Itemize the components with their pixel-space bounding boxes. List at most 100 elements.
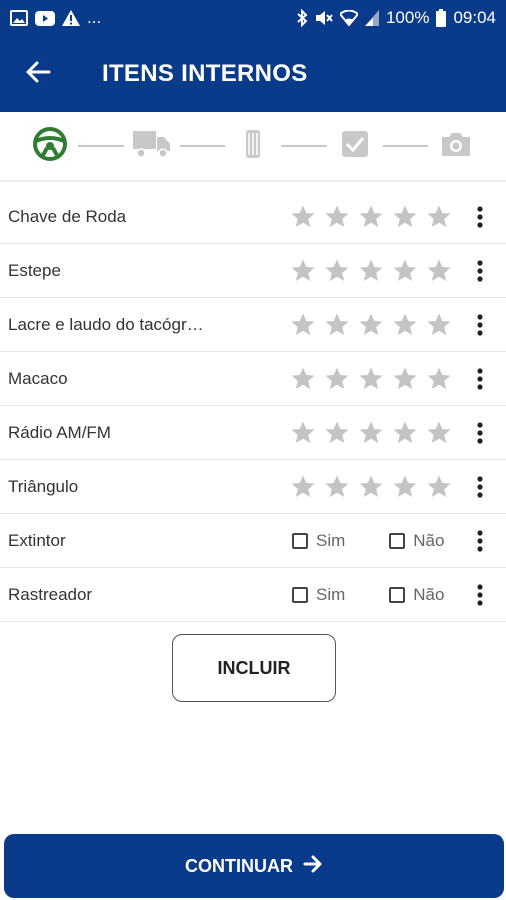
battery-icon	[436, 9, 447, 27]
more-options-icon[interactable]	[470, 472, 490, 502]
bluetooth-icon	[296, 9, 308, 27]
checkbox-box[interactable]	[389, 532, 406, 549]
list-item: Estepe	[0, 244, 506, 298]
list-item: Triângulo	[0, 460, 506, 514]
item-label: Estepe	[8, 260, 61, 280]
more-options-icon[interactable]	[470, 580, 490, 610]
page-title: ITENS INTERNOS	[102, 60, 308, 87]
back-button[interactable]	[8, 36, 68, 112]
star-icon[interactable]	[426, 420, 452, 446]
star-icon[interactable]	[290, 258, 316, 284]
list-item: Rádio AM/FM	[0, 406, 506, 460]
more-options-icon[interactable]	[470, 202, 490, 232]
step-checklist[interactable]	[335, 126, 375, 166]
nao-checkbox[interactable]: Não	[389, 531, 444, 551]
checkbox-box[interactable]	[389, 586, 406, 603]
incluir-button[interactable]: INCLUIR	[172, 634, 336, 702]
more-options-icon[interactable]	[470, 364, 490, 394]
star-icon[interactable]	[392, 204, 418, 230]
star-icon[interactable]	[392, 366, 418, 392]
star-icon[interactable]	[358, 312, 384, 338]
item-label: Chave de Roda	[8, 206, 127, 226]
app-bar: ITENS INTERNOS	[0, 36, 506, 112]
list-item: Rastreador Sim Não	[0, 568, 506, 622]
sim-checkbox[interactable]: Sim	[292, 531, 345, 551]
yes-no-options: Sim Não	[292, 585, 444, 605]
step-truck[interactable]	[132, 126, 172, 166]
steering-wheel-icon	[32, 126, 68, 167]
checkbox-box[interactable]	[292, 532, 308, 549]
youtube-icon	[35, 10, 55, 26]
star-icon[interactable]	[392, 258, 418, 284]
star-icon[interactable]	[426, 312, 452, 338]
step-tire[interactable]	[233, 126, 273, 166]
list-item: Macaco	[0, 352, 506, 406]
star-icon[interactable]	[426, 258, 452, 284]
continuar-label: CONTINUAR	[185, 855, 293, 876]
checkbox-label: Sim	[316, 584, 346, 604]
more-options-icon[interactable]	[470, 418, 490, 448]
arrow-left-icon	[25, 60, 51, 89]
yes-no-options: Sim Não	[292, 531, 444, 551]
nao-checkbox[interactable]: Não	[389, 585, 444, 605]
continuar-button[interactable]: CONTINUAR	[4, 834, 504, 898]
item-label: Macaco	[8, 368, 68, 388]
star-rating	[290, 258, 452, 284]
star-icon[interactable]	[324, 204, 350, 230]
item-label: Rastreador	[8, 584, 93, 604]
status-bar: ... 100% 09:04	[0, 0, 506, 36]
star-icon[interactable]	[358, 258, 384, 284]
warning-icon	[62, 10, 80, 26]
star-icon[interactable]	[392, 420, 418, 446]
tire-icon	[243, 129, 263, 164]
star-icon[interactable]	[324, 312, 350, 338]
star-icon[interactable]	[290, 420, 316, 446]
checkbox-label: Não	[413, 584, 445, 604]
star-icon[interactable]	[358, 366, 384, 392]
star-icon[interactable]	[290, 366, 316, 392]
checkbox-box[interactable]	[292, 586, 308, 603]
star-rating	[290, 420, 452, 446]
list-item: Extintor Sim Não	[0, 514, 506, 568]
star-icon[interactable]	[426, 474, 452, 500]
star-icon[interactable]	[426, 204, 452, 230]
star-icon[interactable]	[324, 420, 350, 446]
star-icon[interactable]	[290, 312, 316, 338]
sim-checkbox[interactable]: Sim	[292, 585, 345, 605]
star-icon[interactable]	[426, 366, 452, 392]
checkbox-label: Não	[413, 530, 445, 550]
star-icon[interactable]	[358, 204, 384, 230]
mute-icon	[315, 10, 333, 26]
image-icon	[10, 10, 28, 26]
checkbox-label: Sim	[316, 530, 346, 550]
star-icon[interactable]	[392, 474, 418, 500]
item-label: Rádio AM/FM	[8, 422, 111, 442]
star-icon[interactable]	[358, 474, 384, 500]
arrow-right-icon	[303, 855, 323, 878]
star-rating	[290, 312, 452, 338]
battery-percent: 100%	[385, 8, 430, 27]
list-item: Lacre e laudo do tacógr…	[0, 298, 506, 352]
clock: 09:04	[453, 8, 496, 27]
more-options-icon[interactable]	[470, 310, 490, 340]
wifi-icon	[339, 10, 358, 26]
star-icon[interactable]	[290, 474, 316, 500]
truck-icon	[132, 129, 171, 164]
star-icon[interactable]	[358, 420, 384, 446]
more-options-icon[interactable]	[470, 526, 490, 556]
signal-icon	[364, 10, 379, 26]
step-camera[interactable]	[436, 126, 476, 166]
star-icon[interactable]	[324, 366, 350, 392]
star-icon[interactable]	[392, 312, 418, 338]
more-options-icon[interactable]	[470, 256, 490, 286]
notification-overflow: ...	[87, 8, 102, 27]
item-label: Lacre e laudo do tacógr…	[8, 314, 204, 334]
star-icon[interactable]	[290, 204, 316, 230]
items-list: Chave de Roda Estepe Lacre e laudo do tacó…	[0, 190, 506, 622]
star-icon[interactable]	[324, 474, 350, 500]
step-steering-wheel[interactable]	[30, 126, 70, 166]
star-icon[interactable]	[324, 258, 350, 284]
list-item: Chave de Roda	[0, 190, 506, 244]
checkbox-icon	[341, 130, 369, 163]
step-connector	[281, 145, 327, 147]
